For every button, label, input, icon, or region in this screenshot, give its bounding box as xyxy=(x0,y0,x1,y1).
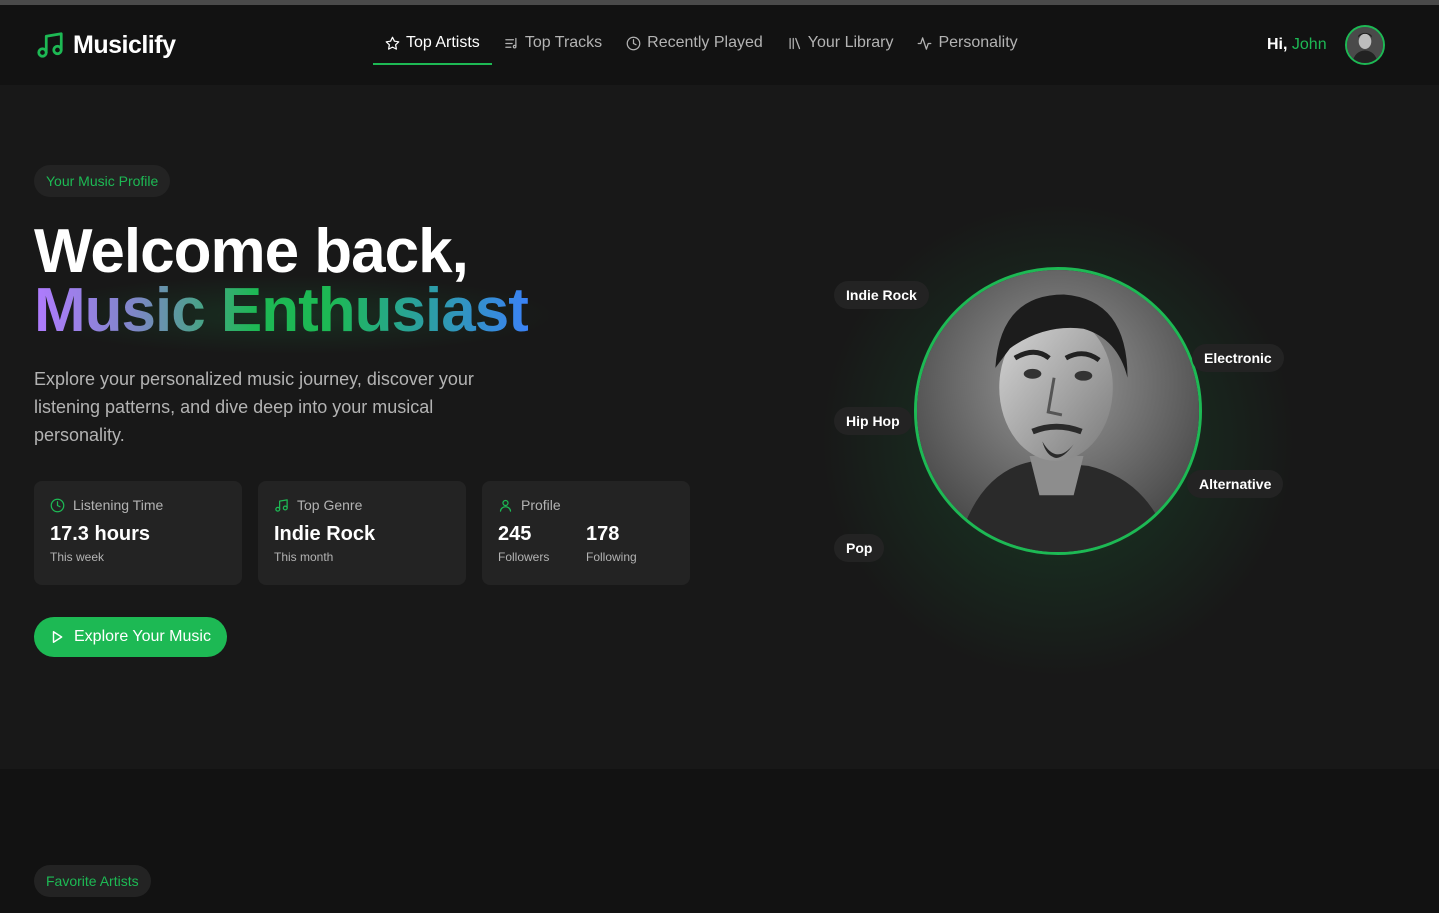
profile-portrait xyxy=(914,267,1202,555)
clock-icon xyxy=(50,498,65,512)
following-value: 178 xyxy=(586,523,620,545)
nav-personality[interactable]: Personality xyxy=(905,25,1029,65)
hero-description: Explore your personalized music journey,… xyxy=(34,369,474,445)
nav-label: Personality xyxy=(938,34,1018,51)
play-icon xyxy=(52,631,63,643)
playlist-icon xyxy=(505,37,517,48)
star-icon xyxy=(385,36,400,50)
nav-your-library[interactable]: Your Library xyxy=(775,25,906,65)
card-label: Top Genre xyxy=(297,497,363,513)
listening-time-value: 17.3 hours xyxy=(50,523,151,545)
profile-card: Profile 245 Followers 178 Following xyxy=(482,481,690,585)
nav-top-artists[interactable]: Top Artists xyxy=(373,25,492,65)
top-genre-card: Top Genre Indie Rock This month xyxy=(258,481,466,585)
avatar-portrait-icon xyxy=(1347,27,1383,63)
app-logo[interactable]: Musiclify xyxy=(35,30,176,60)
clock-icon xyxy=(626,36,641,50)
stats-cards: Listening Time 17.3 hours This week Top … xyxy=(34,481,690,585)
library-icon xyxy=(789,37,800,49)
greeting-text: Hi, xyxy=(1267,36,1288,53)
app-name: Musiclify xyxy=(73,30,176,59)
following-label: Following xyxy=(586,550,637,564)
nav-label: Top Artists xyxy=(406,34,480,51)
genre-tag-hip-hop: Hip Hop xyxy=(834,407,912,435)
explore-music-label: Explore Your Music xyxy=(74,628,211,645)
nav-label: Your Library xyxy=(807,34,894,51)
user-greeting: Hi, John xyxy=(1267,36,1327,54)
nav-label: Top Tracks xyxy=(524,34,603,51)
music-profile-badge: Your Music Profile xyxy=(34,165,171,197)
listening-time-card: Listening Time 17.3 hours This week xyxy=(34,481,242,585)
explore-music-button[interactable]: Explore Your Music xyxy=(34,617,227,657)
genre-tag-alternative: Alternative xyxy=(1187,470,1284,498)
hero-title: Welcome back, xyxy=(34,217,469,286)
hero-subtitle: Music Enthusiast xyxy=(34,280,529,342)
nav-top-tracks[interactable]: Top Tracks xyxy=(492,25,614,65)
favorite-artists-badge: Favorite Artists xyxy=(34,865,151,897)
genre-tag-electronic: Electronic xyxy=(1192,344,1284,372)
user-avatar[interactable] xyxy=(1345,25,1385,65)
top-genre-caption: This month xyxy=(274,550,334,564)
music-note-icon xyxy=(37,32,63,58)
followers-value: 245 xyxy=(498,523,532,545)
followers-label: Followers xyxy=(498,550,550,564)
activity-icon xyxy=(918,36,932,50)
top-genre-value: Indie Rock xyxy=(274,523,376,545)
hero-subtitle-text: Music Enthusiast xyxy=(34,276,529,345)
nav-recently-played[interactable]: Recently Played xyxy=(614,25,775,65)
genre-tag-indie-rock: Indie Rock xyxy=(834,281,929,309)
top-navbar: Musiclify Top Artists Top Tracks Recentl… xyxy=(0,5,1439,85)
listening-time-caption: This week xyxy=(50,550,105,564)
portrait-image-icon xyxy=(917,270,1199,552)
card-label: Profile xyxy=(521,497,561,513)
genre-tag-pop: Pop xyxy=(834,534,885,562)
user-icon xyxy=(499,499,512,512)
music-note-icon xyxy=(275,498,288,512)
hero-section: Your Music Profile Welcome back, Music E… xyxy=(0,85,1439,769)
main-nav: Top Artists Top Tracks Recently Played Y… xyxy=(373,25,1030,65)
nav-label: Recently Played xyxy=(647,34,763,51)
card-label: Listening Time xyxy=(73,497,164,513)
user-name: John xyxy=(1291,36,1327,53)
